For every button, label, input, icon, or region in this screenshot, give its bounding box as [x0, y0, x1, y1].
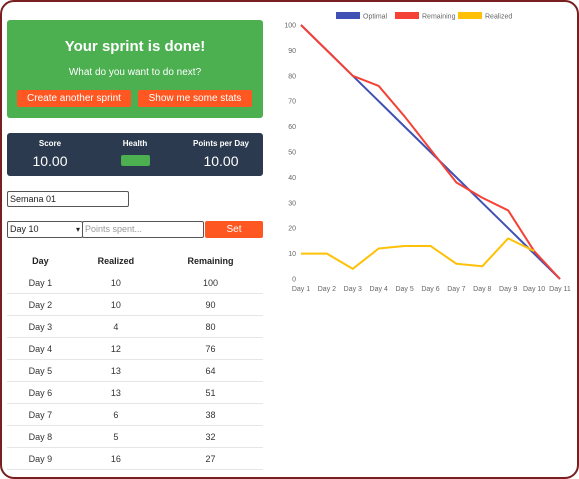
sprint-done-card: Your sprint is done! What do you want to… [7, 20, 263, 118]
x-tick-label: Day 4 [370, 286, 388, 293]
x-tick-label: Day 6 [421, 286, 439, 293]
x-tick-label: Day 1 [292, 286, 310, 293]
points-spent-input[interactable]: Points spent... [82, 221, 204, 238]
table-row: Day 5 13 64 [7, 359, 263, 382]
cell-realized: 5 [73, 425, 158, 448]
cell-remaining: 27 [157, 447, 263, 470]
sprint-done-subtitle: What do you want to do next? [68, 67, 202, 78]
x-tick-label: Day 5 [395, 286, 413, 293]
cell-realized: 10 [73, 272, 158, 294]
cell-day: Day 7 [7, 403, 74, 426]
points-per-day-label: Points per Day [192, 139, 249, 148]
table-row: Day 7 6 38 [7, 403, 263, 426]
cell-remaining: 90 [157, 293, 263, 316]
cell-remaining: 51 [157, 381, 263, 404]
points-per-day-stat: Points per Day 10.00 [186, 139, 256, 169]
cell-realized: 10 [73, 293, 158, 316]
cell-realized: 4 [73, 315, 158, 338]
x-tick-label: Day 9 [499, 286, 517, 293]
y-tick-label: 60 [288, 124, 296, 131]
y-tick-label: 50 [288, 150, 296, 157]
points-per-day-value: 10.00 [203, 153, 239, 169]
table-row: Day 2 10 90 [7, 293, 263, 316]
column-header-day: Day [32, 256, 49, 266]
table-row: Day 4 12 76 [7, 337, 263, 360]
x-tick-label: Day 7 [447, 286, 465, 293]
table-row: Day 8 5 32 [7, 425, 263, 448]
day-select-value: Day 10 [10, 224, 39, 234]
series-line-realized [301, 237, 535, 270]
x-tick-label: Day 11 [549, 286, 571, 293]
cell-remaining: 100 [157, 272, 263, 294]
cell-remaining: 11 [157, 469, 263, 477]
x-tick-label: Day 10 [523, 286, 545, 293]
table-row: Day 6 13 51 [7, 381, 263, 404]
cell-remaining: 32 [157, 425, 263, 448]
y-tick-label: 10 [288, 251, 296, 258]
health-indicator [120, 155, 150, 166]
cell-realized: 16 [73, 447, 158, 470]
days-table: Day Realized Remaining Day 1 10 100 Day 21… [7, 250, 263, 477]
cell-realized: 13 [73, 359, 158, 382]
table-row: Day 3 4 80 [7, 315, 263, 338]
cell-realized: 6 [73, 403, 158, 426]
table-header-row: Day Realized Remaining [7, 250, 263, 272]
show-stats-button[interactable]: Show me some stats [138, 90, 252, 107]
cell-day: Day 4 [7, 337, 74, 360]
x-tick-label: Day 3 [344, 286, 362, 293]
cell-day: Day 2 [7, 293, 74, 316]
legend-swatch [336, 12, 360, 19]
burndown-chart: Optimal Remaining Realized 0 10 20 30 40 50 60 70 8… [284, 12, 571, 293]
chevron-down-icon: ▾ [75, 225, 80, 234]
cell-day: Day 10 [7, 469, 74, 477]
y-tick-label: 80 [288, 73, 296, 80]
y-tick-label: 0 [292, 277, 296, 284]
table-row: Day 101111 [7, 469, 263, 477]
cell-day: Day 3 [7, 315, 74, 338]
health-stat: Health [102, 139, 168, 166]
cell-remaining: 80 [157, 315, 263, 338]
score-value: 10.00 [32, 153, 68, 169]
app-frame: Your sprint is done! What do you want to… [0, 0, 579, 479]
legend-label: Realized [485, 14, 512, 21]
cell-remaining: 38 [157, 403, 263, 426]
y-tick-label: 20 [288, 226, 296, 233]
cell-realized: 11 [73, 469, 158, 477]
y-tick-label: 90 [288, 48, 296, 55]
cell-day: Day 6 [7, 381, 74, 404]
health-label: Health [122, 139, 148, 148]
y-tick-label: 70 [288, 99, 296, 106]
legend-label: Optimal [363, 14, 388, 21]
table-row: Day 9 16 27 [7, 447, 263, 470]
cell-remaining: 76 [157, 337, 263, 360]
y-tick-label: 100 [284, 23, 296, 30]
table-row: Day 1 10 100 [7, 272, 263, 294]
y-tick-label: 40 [288, 175, 296, 182]
cell-day: Day 9 [7, 447, 74, 470]
cell-remaining: 64 [157, 359, 263, 382]
legend-label: Remaining [422, 14, 456, 21]
x-tick-label: Day 2 [318, 286, 336, 293]
cell-realized: 12 [73, 337, 158, 360]
legend-swatch [458, 12, 482, 19]
cell-day: Day 1 [7, 272, 74, 294]
x-tick-label: Day 8 [473, 286, 491, 293]
score-label: Score [38, 139, 62, 148]
cell-day: Day 5 [7, 359, 74, 382]
cell-realized: 13 [73, 381, 158, 404]
column-header-remaining: Remaining [187, 256, 234, 266]
y-tick-label: 30 [288, 200, 296, 207]
legend-swatch [395, 12, 419, 19]
sprint-name-input[interactable]: Semana 01 [7, 191, 129, 207]
day-select[interactable]: Day 10 ▾ [7, 221, 83, 238]
stats-card: Score 10.00 Health Points per Day 10.00 [7, 133, 263, 176]
sprint-done-title: Your sprint is done! [64, 38, 206, 55]
cell-day: Day 8 [7, 425, 74, 448]
score-stat: Score 10.00 [17, 139, 83, 169]
set-button[interactable]: Set [205, 221, 263, 238]
column-header-realized: Realized [97, 256, 135, 266]
create-sprint-button[interactable]: Create another sprint [17, 90, 131, 107]
